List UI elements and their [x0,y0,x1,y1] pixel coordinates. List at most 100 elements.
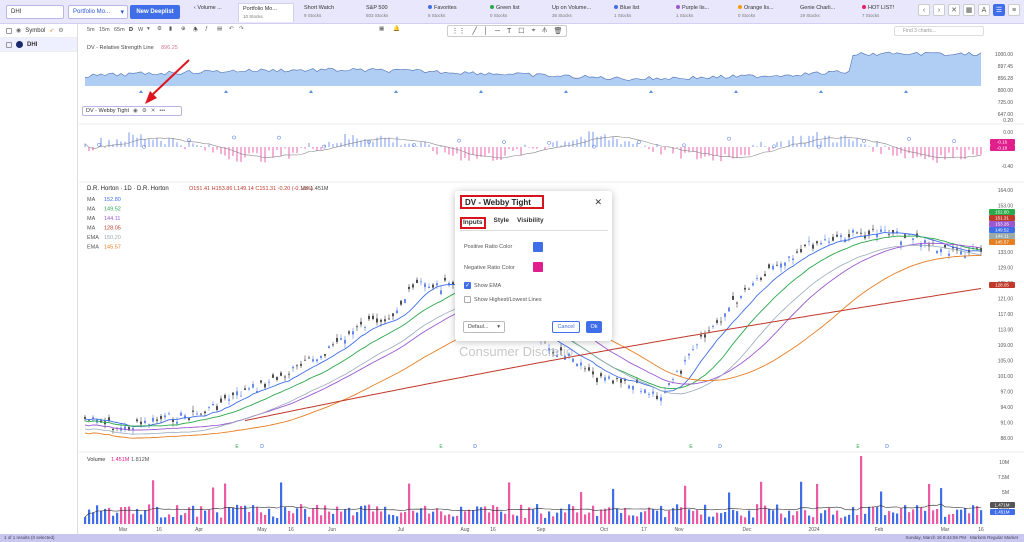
eye-icon[interactable]: ◉ [16,27,21,34]
volume-bar [628,515,631,524]
volume-bar [340,511,343,524]
ma-legend-name: MA [87,226,96,232]
chevron-down-icon: ▾ [120,9,124,16]
ma-line-200 [244,288,982,422]
tab-favorites[interactable]: Favorites 8 Stocks [424,3,480,22]
candle-body [240,395,242,397]
rs-line-pane: DV - Relative Strength Line 896.25 1000.… [79,45,1024,125]
defaults-dropdown[interactable]: Defaul... ▾ [463,321,505,333]
webby-circle [907,137,911,141]
new-deeplist-button[interactable]: New Deeplist [130,5,180,19]
candle-body [292,366,294,369]
rs-triangle-marker [734,90,738,93]
show-highest-lowest-checkbox[interactable] [464,296,471,303]
tab-volume[interactable]: ‹ Volume ... [190,3,234,22]
gear-icon[interactable]: ⚙ [58,27,63,34]
volume-bar [148,504,151,524]
tab-portfolio[interactable]: Portfolio Mo... 10 Stocks [238,3,294,22]
candle-body [756,277,758,279]
show-ema-checkbox[interactable]: ✓ [464,282,471,289]
volume-bar [196,516,199,524]
volume-bar [472,509,475,524]
time-axis-label: 17 [641,527,647,533]
tab-genie[interactable]: Genie Charli... 19 Stocks [796,3,852,22]
chevron-right-icon[interactable]: › [933,4,945,16]
volume-bar [424,505,427,524]
show-ema-row[interactable]: ✓ Show EMA [464,282,501,289]
candle-body [776,264,778,266]
candle-body [416,279,418,284]
volume-bar [460,506,463,524]
volume-bar [468,509,471,524]
volume-bar [916,505,919,524]
volume-bar [612,488,615,524]
tab-short-watch[interactable]: Short Watch 9 Stocks [300,3,356,22]
volume-bar [820,513,823,524]
row-checkbox[interactable] [6,41,12,48]
volume-bar [408,483,411,524]
volume-bar [880,491,883,524]
close-icon[interactable]: ✕ [151,108,156,114]
close-icon[interactable]: ✕ [948,4,960,16]
volume-bar [272,516,275,524]
candle-body [860,232,862,234]
candle-body [592,371,594,375]
webby-indicator-pill[interactable]: DV - Webby Tight ◉ ⚙ ✕ ••• [82,106,182,116]
volume-bar [740,515,743,524]
tab-inputs[interactable]: Inputs [460,217,486,229]
positive-color-swatch[interactable] [533,242,543,252]
volume-bar [432,511,435,524]
candle-body [340,338,342,340]
select-all-checkbox[interactable] [6,27,12,34]
time-axis-label: Mar [119,527,128,533]
grid-icon[interactable]: ▦ [963,4,975,16]
candle-body [260,380,262,383]
tab-green-list[interactable]: Green list 0 Stocks [486,3,542,22]
eye-icon[interactable]: ◉ [133,108,138,114]
time-axis-label: Apr [195,527,203,533]
gear-icon[interactable]: ⚙ [142,108,147,114]
tab-up-on-volume[interactable]: Up on Volume... 36 Stocks [548,3,604,22]
negative-color-swatch[interactable] [533,262,543,272]
candle-body [672,378,674,380]
volume-bar [292,513,295,524]
volume-tick-label: 10M [999,460,1009,466]
candle-body [792,258,794,260]
candle-body [616,378,618,379]
cancel-button[interactable]: Cancel [552,321,580,333]
menu-icon[interactable]: ≡ [1008,4,1020,16]
ok-button[interactable]: Ok [586,321,602,333]
tab-hot-list[interactable]: HOT LIST! 7 Stocks [858,3,914,22]
volume-bar [864,513,867,524]
volume-bar [636,516,639,524]
volume-bar [364,505,367,524]
tab-blue-list[interactable]: Blue list 1 Stocks [610,3,666,22]
candle-body [420,281,422,283]
volume-bar [220,517,223,524]
tab-visibility[interactable]: Visibility [517,217,544,229]
volume-bar [184,513,187,524]
tab-purple-list[interactable]: Purple lis... 1 Stocks [672,3,728,22]
webby-tick-label: 0.20 [1003,118,1013,124]
close-icon[interactable]: ✕ [594,197,602,208]
chevron-left-icon[interactable]: ‹ [918,4,930,16]
volume-bar [960,509,963,524]
list-item[interactable]: DHI [0,38,77,52]
candle-body [900,241,902,246]
layout-icon[interactable]: ☰ [993,4,1005,16]
volume-bar [512,514,515,524]
symbol-search-input[interactable]: DHI [6,5,64,19]
more-icon[interactable]: ••• [159,108,165,114]
tab-sp500[interactable]: S&P 500 503 Stocks [362,3,418,22]
font-icon[interactable]: A [978,4,990,16]
show-highest-lowest-row[interactable]: Show Highest/Lowest Lines [464,296,542,303]
candle-body [432,284,434,288]
tab-style[interactable]: Style [494,217,510,229]
symbol-column-header[interactable]: Symbol [25,28,45,34]
tab-orange-list[interactable]: Orange lis... 0 Stocks [734,3,790,22]
portfolio-selector[interactable]: Portfolio Mo... ▾ [68,5,128,19]
candle-body [824,239,826,241]
list-color-dot [676,5,680,9]
volume-bar [524,517,527,524]
volume-bar [236,504,239,524]
